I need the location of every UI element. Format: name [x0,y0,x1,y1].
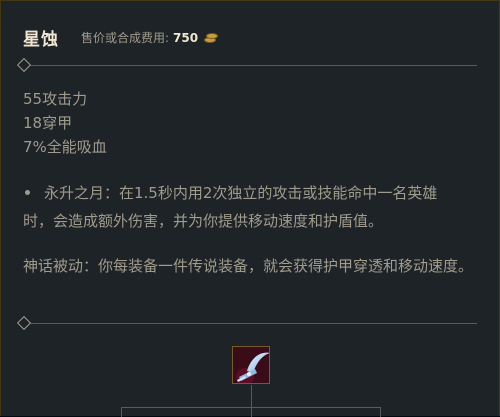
cost-label: 售价或合成费用: [81,31,170,45]
eclipse-item-icon[interactable] [232,346,270,384]
stats-list: 55攻击力 18穿甲 7%全能吸血 [23,87,107,159]
cost-value: 750 [173,30,199,45]
section-divider [16,57,477,73]
title-row: 星蚀 售价或合成费用: 750 [23,25,219,50]
gold-coins-icon [204,32,219,43]
passive-description: 永升之月：在1.5秒内用2次独立的攻击或技能命中一名英雄时，会造成额外伤害，并为… [23,179,463,235]
stat-omnivamp: 7%全能吸血 [23,138,107,156]
stat-attack-damage: 55攻击力 [23,90,88,108]
recipe-tree-stem [251,385,252,407]
item-name: 星蚀 [23,30,59,50]
diamond-icon [16,315,32,331]
item-tooltip: 星蚀 售价或合成费用: 750 55攻击力 18穿甲 7%全能吸血 永升之月：在… [0,0,500,417]
mythic-passive-description: 神话被动：你每装备一件传说装备，就会获得护甲穿透和移动速度。 [23,257,474,275]
passive-text: 永升之月：在1.5秒内用2次独立的攻击或技能命中一名英雄时，会造成额外伤害，并为… [23,184,438,230]
diamond-icon [16,57,32,73]
section-divider [16,315,477,331]
bullet-icon [25,189,30,195]
stat-armor-penetration: 18穿甲 [23,114,73,132]
